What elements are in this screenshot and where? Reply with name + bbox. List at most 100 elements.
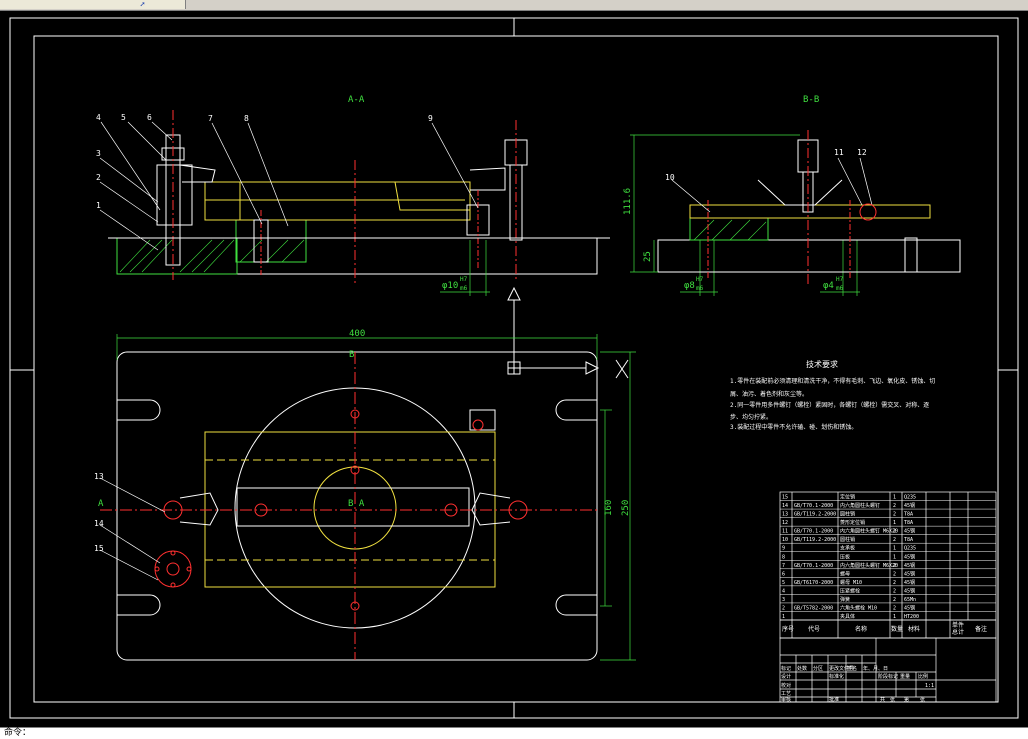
balloon-labels-plan: 13 14 15	[94, 472, 104, 553]
balloon-labels-b: 10 11 12	[665, 148, 867, 182]
bom-cell-no: 5	[782, 580, 785, 586]
bom-cell-name: 压板	[840, 553, 850, 560]
svg-text:标准化: 标准化	[829, 673, 844, 680]
bom-cell-mat: HT200	[904, 614, 919, 620]
svg-text:1: 1	[96, 201, 101, 210]
command-prompt: 命令：	[4, 728, 32, 738]
bom-cell-name: 夹具体	[840, 613, 855, 620]
bom-cell-mat: Q235	[904, 495, 916, 501]
bom-cell-name: 螺母	[840, 570, 850, 577]
bom-cell-qty: 2	[893, 588, 896, 594]
bom-cell-name: 弹簧	[840, 596, 850, 603]
bom-cell-qty: 2	[893, 537, 896, 543]
cad-drawing-canvas[interactable]: A-A B-B 4 5 6 7 8 9 3 2 1 φ10 H7 m6 10 1…	[0, 10, 1028, 727]
svg-text:签名: 签名	[847, 665, 857, 672]
svg-text:审核: 审核	[781, 696, 791, 703]
svg-text:单件: 单件	[952, 621, 964, 629]
svg-text:12: 12	[857, 148, 867, 157]
bom-cell-mat: T8A	[904, 520, 913, 526]
bom-cell-no: 3	[782, 597, 785, 603]
svg-text:标记: 标记	[781, 665, 791, 672]
svg-text:名称: 名称	[855, 625, 867, 633]
bom-cell-code: GB/T5782-2000	[794, 605, 833, 611]
svg-text:13: 13	[94, 472, 104, 481]
bom-cell-no: 10	[782, 537, 788, 543]
bom-cell-name: 内六角圆柱头螺钉	[840, 502, 880, 509]
bom-cell-qty: 2	[893, 512, 896, 518]
svg-text:比例: 比例	[918, 673, 928, 680]
svg-text:2: 2	[96, 173, 101, 182]
svg-text:111.6: 111.6	[623, 188, 633, 215]
bom-cell-qty: 1	[893, 554, 896, 560]
section-b-view	[630, 130, 961, 285]
bill-of-materials: 15 定位销 1 Q23514 GB/T70.1-2000 内六角圆柱头螺钉 2 45钢13 G…	[779, 491, 997, 639]
svg-text:数量: 数量	[891, 625, 903, 633]
balloon-labels-a: 4 5 6 7 8 9 3 2 1	[96, 113, 433, 210]
svg-text:技术要求: 技术要求	[806, 359, 838, 369]
section-marks: A B B A	[98, 350, 365, 509]
svg-text:张: 张	[920, 696, 925, 703]
svg-text:A: A	[98, 499, 104, 509]
svg-text:6: 6	[147, 113, 152, 122]
bom-cell-mat: 45钢	[904, 562, 915, 569]
bom-cell-qty: 1	[893, 546, 896, 552]
bom-cell-code: GB/T119.2-2000	[794, 512, 836, 518]
document-tab[interactable]	[0, 0, 186, 9]
bom-cell-mat: 45钢	[904, 604, 915, 611]
command-line[interactable]: 命令：	[0, 727, 1028, 739]
bom-cell-no: 7	[782, 563, 785, 569]
bom-cell-qty: 2	[893, 529, 896, 535]
plan-view	[99, 334, 636, 661]
bom-cell-no: 14	[782, 503, 788, 509]
bom-cell-qty: 2	[893, 571, 896, 577]
bom-cell-qty: 2	[893, 563, 896, 569]
bom-cell-qty: 2	[893, 597, 896, 603]
fit-dimension-3: φ4 H7 m6	[823, 276, 844, 292]
bom-cell-name: 菱形定位销	[840, 519, 865, 526]
bom-cell-name: 圆柱销	[840, 536, 855, 543]
svg-text:总计: 总计	[952, 628, 964, 636]
bom-cell-mat: T8A	[904, 512, 913, 518]
svg-text:处数: 处数	[797, 665, 807, 672]
bom-cell-mat: 45钢	[904, 528, 915, 535]
technical-requirements: 技术要求 1.零件在装配前必须清理和清洗干净，不得有毛刺、飞边、氧化皮、锈蚀、切…	[730, 359, 935, 431]
bom-cell-no: 12	[782, 520, 788, 526]
svg-text:4: 4	[96, 113, 101, 122]
svg-text:1:1: 1:1	[925, 683, 934, 689]
bom-cell-qty: 1	[893, 520, 896, 526]
svg-text:15: 15	[94, 544, 104, 553]
bom-cell-no: 4	[782, 588, 785, 594]
svg-text:φ8: φ8	[684, 281, 695, 291]
svg-text:张: 张	[890, 696, 895, 703]
bom-cell-mat: Q235	[904, 546, 916, 552]
svg-text:B: B	[349, 350, 354, 360]
svg-text:材料: 材料	[908, 625, 920, 633]
bom-cell-no: 15	[782, 495, 788, 501]
bom-cell-name: 支承板	[840, 545, 855, 552]
title-block: 标记 处数 分区 更改文件号 签名 年、月、日 设计 标准化 校对 工艺 审核 …	[779, 637, 997, 703]
bom-cell-qty: 2	[893, 503, 896, 509]
bom-cell-no: 9	[782, 546, 785, 552]
svg-text:校对: 校对	[781, 682, 791, 689]
bom-cell-name: 内六角圆柱头螺钉 M6X20	[840, 562, 898, 569]
arrow-tool-icon[interactable]: ➚	[140, 0, 145, 9]
svg-text:m6: m6	[460, 285, 468, 292]
svg-text:备注: 备注	[975, 625, 987, 633]
svg-text:m6: m6	[836, 285, 844, 292]
svg-text:代号: 代号	[808, 625, 820, 633]
svg-text:3.装配过程中零件不允许磕、碰、划伤和锈蚀。: 3.装配过程中零件不允许磕、碰、划伤和锈蚀。	[730, 423, 857, 431]
svg-text:250: 250	[621, 500, 631, 516]
svg-text:25: 25	[643, 251, 653, 262]
fit-dimension-1: φ10 H7 m6	[442, 276, 468, 292]
section-b-label: B-B	[803, 95, 819, 105]
svg-text:阶段标记: 阶段标记	[878, 673, 898, 680]
fit-dimension-2: φ8 H7 m6	[684, 276, 704, 292]
svg-text:步、均匀拧紧。: 步、均匀拧紧。	[730, 413, 772, 421]
bom-cell-name: 内六角圆柱头螺钉 M6X20	[840, 528, 898, 535]
svg-text:8: 8	[244, 114, 249, 123]
svg-text:屑、油污、着色剂和灰尘等。: 屑、油污、着色剂和灰尘等。	[730, 390, 808, 398]
bom-cell-qty: 2	[893, 605, 896, 611]
bom-cell-name: 螺母 M10	[840, 579, 862, 586]
svg-text:1.零件在装配前必须清理和清洗干净，不得有毛刺、飞边、氧化皮: 1.零件在装配前必须清理和清洗干净，不得有毛刺、飞边、氧化皮、锈蚀、切	[730, 377, 935, 385]
svg-text:B A: B A	[348, 499, 365, 509]
